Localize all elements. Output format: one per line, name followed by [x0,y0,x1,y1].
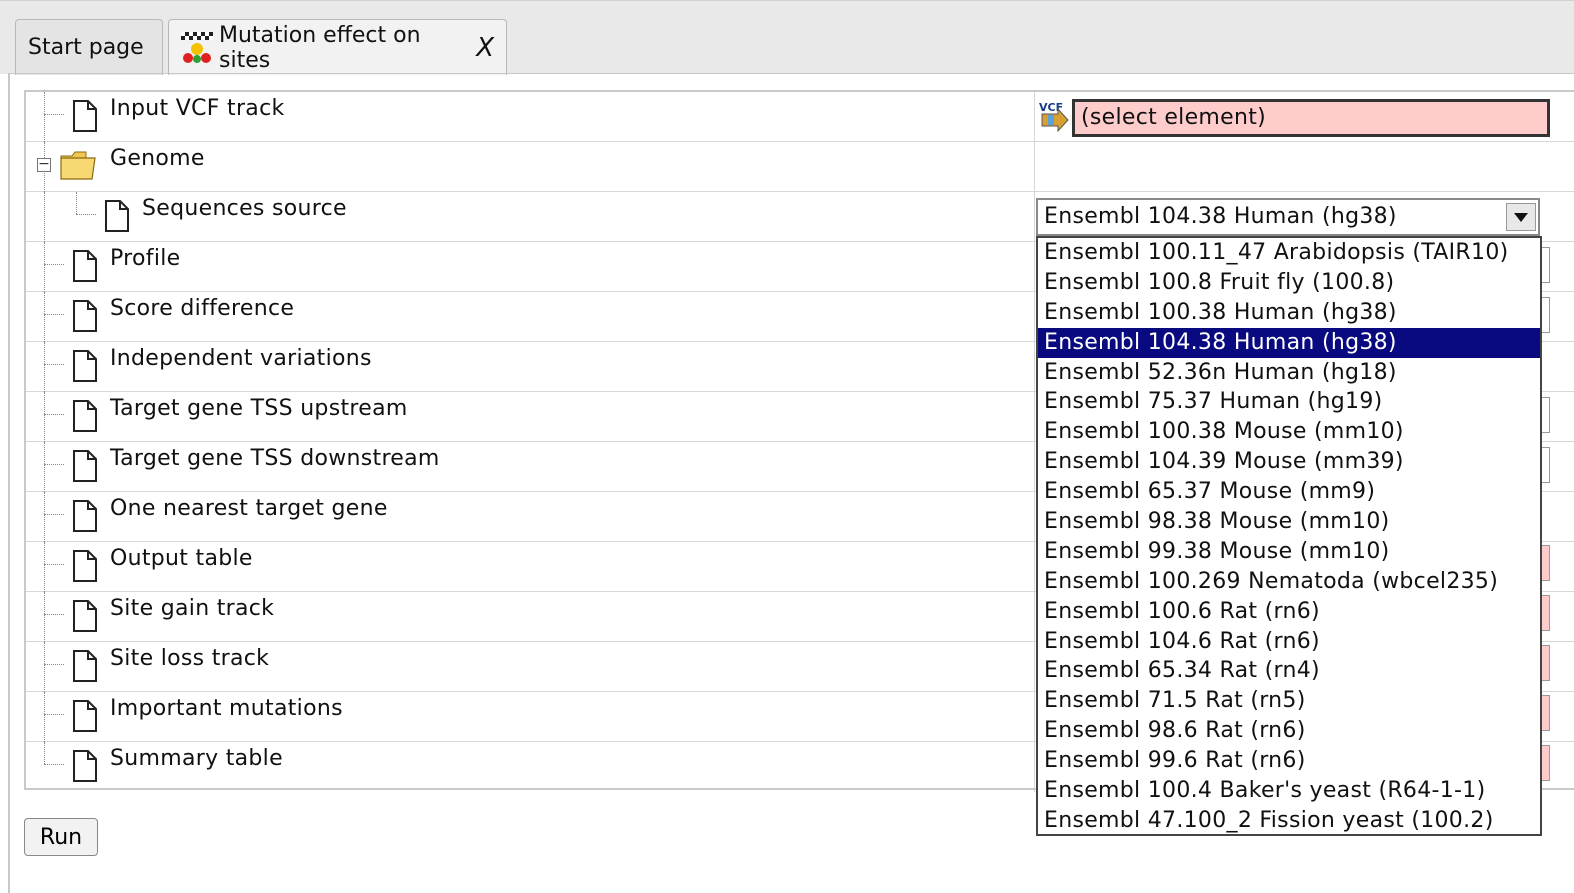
param-label: Genome [110,146,205,171]
tab-bar: Start page Mutation effect on sites X [0,0,1574,75]
document-icon [73,600,97,632]
tab-start-page[interactable]: Start page [15,19,163,75]
tab-mutation-effect[interactable]: Mutation effect on sites X [168,19,507,75]
document-icon [73,400,97,432]
selected-value: Ensembl 104.38 Human (hg38) [1044,204,1397,229]
sequences-source-dropdown: Ensembl 100.11_47 Arabidopsis (TAIR10) E… [1036,236,1542,836]
sequences-source-select[interactable]: Ensembl 104.38 Human (hg38) [1036,198,1540,236]
document-icon [73,250,97,282]
document-icon [73,550,97,582]
param-label: Target gene TSS upstream [110,396,408,421]
dropdown-option[interactable]: Ensembl 98.38 Mouse (mm10) [1038,507,1540,537]
vcf-icon: VCF [1039,101,1069,133]
dropdown-option[interactable]: Ensembl 104.6 Rat (rn6) [1038,627,1540,657]
document-icon [73,750,97,782]
param-label: Independent variations [110,346,372,371]
dropdown-option[interactable]: Ensembl 52.36n Human (hg18) [1038,358,1540,388]
dropdown-option[interactable]: Ensembl 100.38 Human (hg38) [1038,298,1540,328]
param-row-input-vcf[interactable]: Input VCF track VCF (select element) [26,92,1574,142]
dropdown-option[interactable]: Ensembl 75.37 Human (hg19) [1038,387,1540,417]
dropdown-option-selected[interactable]: Ensembl 104.38 Human (hg38) [1038,327,1540,358]
document-icon [73,350,97,382]
document-icon [105,200,129,232]
collapse-icon[interactable]: − [37,157,51,172]
dropdown-option[interactable]: Ensembl 100.38 Mouse (mm10) [1038,417,1540,447]
dropdown-option[interactable]: Ensembl 99.38 Mouse (mm10) [1038,537,1540,567]
dropdown-option[interactable]: Ensembl 100.8 Fruit fly (100.8) [1038,268,1540,298]
document-icon [73,100,97,132]
tab-label: Start page [28,35,144,60]
folder-icon [60,151,96,180]
run-button[interactable]: Run [24,818,98,856]
close-icon[interactable]: X [476,33,494,63]
param-label: Profile [110,246,181,271]
dropdown-option[interactable]: Ensembl 47.100_2 Fission yeast (100.2) [1038,806,1540,836]
document-icon [73,700,97,732]
param-label: One nearest target gene [110,496,388,521]
param-row-genome[interactable]: − Genome [26,142,1574,192]
chevron-down-icon[interactable] [1506,203,1536,231]
document-icon [73,650,97,682]
tab-label: Mutation effect on sites [219,22,421,73]
dropdown-option[interactable]: Ensembl 71.5 Rat (rn5) [1038,686,1540,716]
dropdown-option[interactable]: Ensembl 104.39 Mouse (mm39) [1038,447,1540,477]
dropdown-option[interactable]: Ensembl 65.34 Rat (rn4) [1038,656,1540,686]
dropdown-option[interactable]: Ensembl 98.6 Rat (rn6) [1038,716,1540,746]
param-label: Input VCF track [110,96,285,121]
document-icon [73,450,97,482]
param-label: Important mutations [110,696,343,721]
param-label: Target gene TSS downstream [110,446,440,471]
dropdown-option[interactable]: Ensembl 100.4 Baker's yeast (R64-1-1) [1038,776,1540,806]
dropdown-option[interactable]: Ensembl 100.269 Nematoda (wbcel235) [1038,567,1540,597]
param-label: Sequences source [142,196,347,221]
param-label: Site loss track [110,646,270,671]
param-label: Output table [110,546,253,571]
param-label: Score difference [110,296,295,321]
dropdown-option[interactable]: Ensembl 100.11_47 Arabidopsis (TAIR10) [1038,238,1540,268]
param-label: Summary table [110,746,283,771]
param-label: Site gain track [110,596,275,621]
document-icon [73,500,97,532]
input-vcf-selector[interactable]: (select element) [1072,99,1550,137]
document-icon [73,300,97,332]
sites-analysis-icon [181,31,213,64]
dropdown-option[interactable]: Ensembl 65.37 Mouse (mm9) [1038,477,1540,507]
dropdown-option[interactable]: Ensembl 99.6 Rat (rn6) [1038,746,1540,776]
dropdown-option[interactable]: Ensembl 100.6 Rat (rn6) [1038,597,1540,627]
